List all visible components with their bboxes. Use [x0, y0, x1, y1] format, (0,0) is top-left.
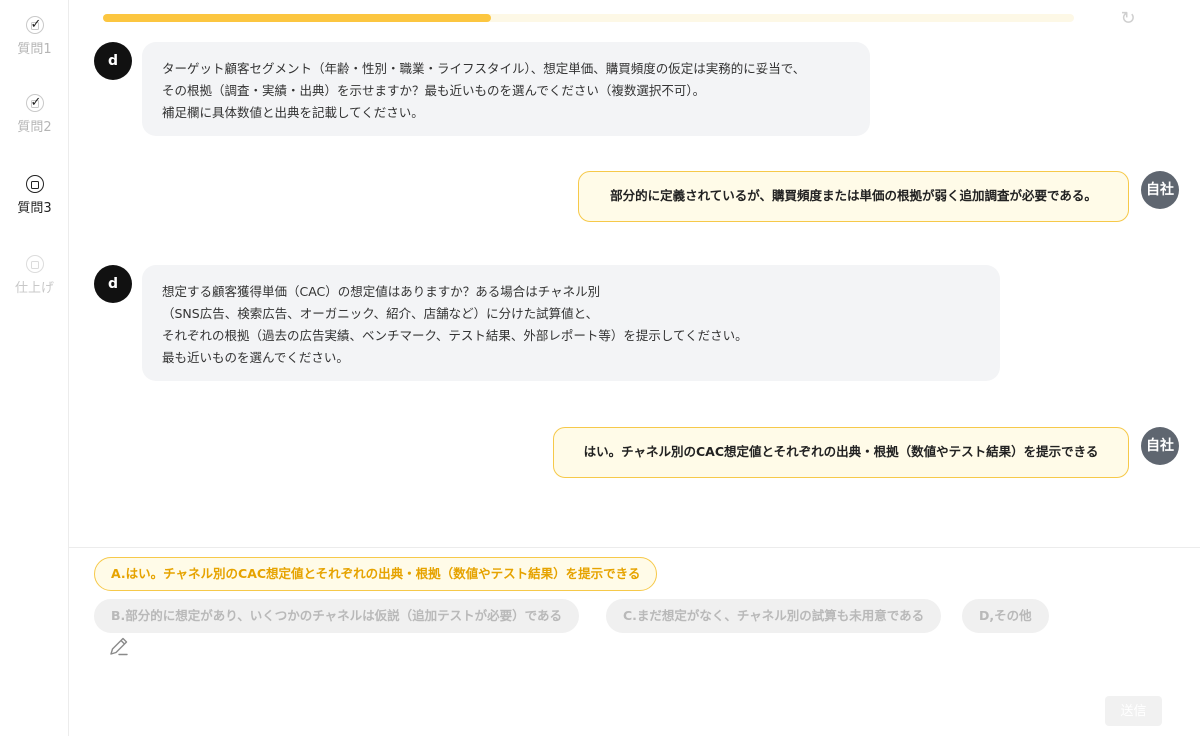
sidebar: ✓ 質問1 ✓ 質問2 質問3 仕上げ	[0, 0, 69, 736]
question-1-line: 補足欄に具体数値と出典を記載してください。	[162, 105, 424, 120]
question-2-line: 最も近いものを選んでください。	[162, 350, 349, 365]
divider	[69, 547, 1200, 548]
question-bubble-2: 想定する顧客獲得単価（CAC）の想定値はありますか？ある場合はチャネル別 （SN…	[142, 265, 1000, 381]
step-1-status-icon: ✓	[25, 16, 44, 34]
send-button[interactable]: 送信	[1105, 696, 1162, 726]
question-2-line: 想定する顧客獲得単価（CAC）の想定値はありますか？ある場合はチャネル別	[162, 284, 601, 299]
self-avatar: 自社	[1141, 427, 1179, 465]
step-finish-status-icon	[25, 255, 44, 273]
question-2-line: それぞれの根拠（過去の広告実績、ベンチマーク、テスト結果、外部レポート等）を提示…	[162, 328, 748, 343]
progress-bar	[103, 14, 1074, 22]
option-a-button[interactable]: A.はい。チャネル別のCAC想定値とそれぞれの出典・根拠（数値やテスト結果）を提…	[94, 557, 658, 591]
self-avatar: 自社	[1141, 171, 1179, 209]
option-c-button[interactable]: C.まだ想定がなく、チャネル別の試算も未用意である	[606, 599, 942, 633]
option-d-button[interactable]: D,その他	[962, 599, 1049, 633]
sidebar-step-label: 質問1	[17, 42, 52, 57]
sidebar-step-finish[interactable]: 仕上げ	[0, 255, 69, 296]
question-2-line: （SNS広告、検索広告、オーガニック、紹介、店舗など）に分けた試算値と、	[162, 306, 599, 321]
sidebar-step-label: 質問2	[17, 120, 52, 135]
progress-bar-fill	[103, 14, 492, 22]
option-b-button[interactable]: B.部分的に想定があり、いくつかのチャネルは仮説（追加テストが必要）である	[94, 599, 580, 633]
question-bubble-1: ターゲット顧客セグメント（年齢・性別・職業・ライフスタイル）、想定単価、購買頻度…	[142, 42, 870, 136]
question-1-line: ターゲット顧客セグメント（年齢・性別・職業・ライフスタイル）、想定単価、購買頻度…	[162, 61, 806, 76]
question-1-line: その根拠（調査・実績・出典）を示せますか？最も近いものを選んでください（複数選択…	[162, 83, 706, 98]
bot-avatar: d	[94, 42, 132, 80]
answer-bubble-1: 部分的に定義されているが、購買頻度または単価の根拠が弱く追加調査が必要である。	[578, 171, 1129, 222]
answer-bubble-2: はい。チャネル別のCAC想定値とそれぞれの出典・根拠（数値やテスト結果）を提示で…	[553, 427, 1129, 478]
check-icon: ✓	[30, 95, 42, 110]
sidebar-step-label: 質問3	[17, 201, 52, 216]
pencil-icon[interactable]	[108, 635, 130, 657]
step-3-status-icon	[25, 175, 44, 193]
sidebar-step-3[interactable]: 質問3	[0, 175, 69, 216]
refresh-icon[interactable]: ↻	[1118, 9, 1138, 29]
sidebar-step-2[interactable]: ✓ 質問2	[0, 94, 69, 135]
check-icon: ✓	[30, 17, 42, 32]
sidebar-step-1[interactable]: ✓ 質問1	[0, 16, 69, 57]
step-2-status-icon: ✓	[25, 94, 44, 112]
bot-avatar: d	[94, 265, 132, 303]
sidebar-step-label: 仕上げ	[14, 281, 54, 296]
